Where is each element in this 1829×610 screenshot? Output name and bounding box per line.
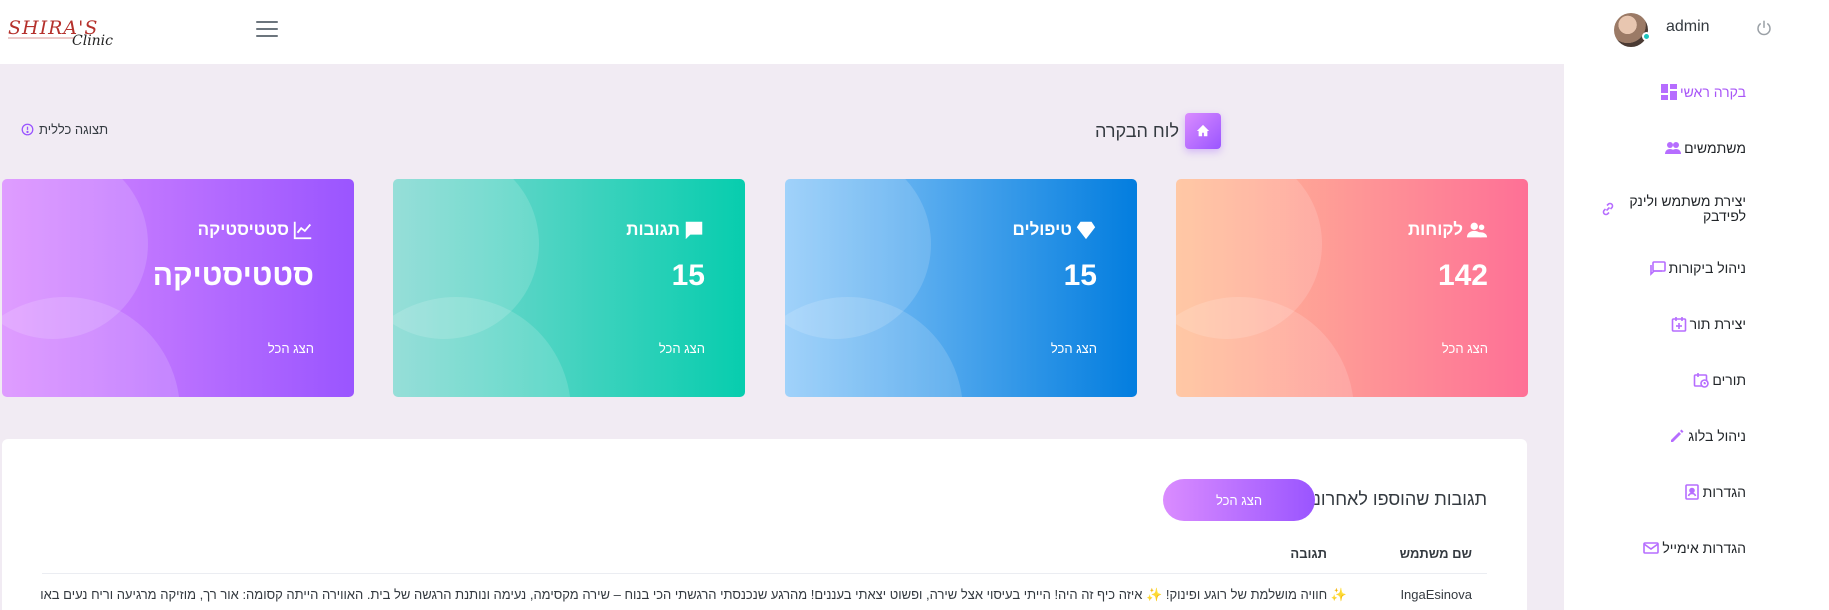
users-icon xyxy=(1665,142,1682,154)
email-icon xyxy=(1643,542,1660,554)
home-badge xyxy=(1185,113,1221,149)
sidebar-item-label: משתמשים xyxy=(1684,140,1746,156)
column-header-username: שם משתמש xyxy=(1399,546,1472,561)
sidebar-item-label: ניהול ביקורות xyxy=(1668,260,1746,276)
stat-card-treatments: טיפולים 15 הצג הכל xyxy=(785,179,1137,397)
clinic-logo[interactable]: SHIRA'S Clinic xyxy=(6,14,140,48)
table-row-response: ✨ חוויה מושלמת של רוגע ופינוק! ✨ איזה כי… xyxy=(40,587,1347,602)
menu-toggle-button[interactable] xyxy=(256,21,278,39)
card-show-all-link[interactable]: הצג הכל xyxy=(1051,341,1097,356)
user-bar: admin xyxy=(1564,0,1829,64)
sidebar-item-dashboard[interactable]: בקרה ראשי xyxy=(1660,84,1746,100)
stat-card-statistics: סטטיסטיקה סטטיסטיקה הצג הכל xyxy=(2,179,354,397)
reviews-icon xyxy=(1649,261,1666,276)
chart-line-icon xyxy=(293,221,312,240)
column-header-response: תגובה xyxy=(1290,546,1327,561)
hamburger-icon xyxy=(256,21,278,23)
username[interactable]: admin xyxy=(1666,18,1710,36)
card-show-all-link[interactable]: הצג הכל xyxy=(268,341,314,356)
sidebar-item-label: בקרה ראשי xyxy=(1679,84,1746,100)
sidebar-item-blog[interactable]: ניהול בלוג xyxy=(1669,428,1746,444)
power-icon[interactable] xyxy=(1755,19,1773,37)
show-all-button[interactable]: הצג הכל xyxy=(1163,479,1315,521)
card-value: 15 xyxy=(671,259,705,292)
table-header-divider xyxy=(42,573,1487,574)
avatar[interactable] xyxy=(1614,13,1648,47)
sidebar-item-reviews[interactable]: ניהול ביקורות xyxy=(1649,260,1746,276)
contact-card-icon xyxy=(1684,484,1699,500)
info-circle-icon xyxy=(21,123,34,136)
page-header: לוח הבקרה xyxy=(1095,113,1221,149)
svg-text:Clinic: Clinic xyxy=(72,33,113,48)
overview-label: תצוגה כללית xyxy=(21,122,108,137)
sidebar-item-email-settings[interactable]: הגדרות אימייל xyxy=(1643,540,1746,556)
users-icon xyxy=(1466,222,1488,238)
stat-card-clients: לקוחות 142 הצג הכל xyxy=(1176,179,1528,397)
card-title: תגובות xyxy=(626,220,680,239)
sidebar-item-label: יצירת תור xyxy=(1689,316,1746,332)
link-icon xyxy=(1602,202,1614,216)
card-title: סטטיסטיקה xyxy=(197,220,289,239)
overview-text: תצוגה כללית xyxy=(39,122,109,137)
sidebar: בקרה ראשי משתמשים יצירת משתמש ולינק לפיד… xyxy=(1564,64,1829,610)
home-icon xyxy=(1196,124,1210,137)
panel-title: תגובות שהוספו לאחרונה xyxy=(1302,489,1488,509)
stat-card-responses: תגובות 15 הצג הכל xyxy=(393,179,745,397)
comment-icon xyxy=(685,221,703,240)
card-title: לקוחות xyxy=(1407,220,1463,239)
card-title: טיפולים xyxy=(1012,220,1072,239)
main-content: לוח הבקרה תצוגה כללית לקוחות 142 הצג הכל… xyxy=(0,64,1564,610)
table-row-username: IngaEsinova xyxy=(1400,587,1472,602)
sidebar-item-create-user-link[interactable]: יצירת משתמש ולינק לפידבק xyxy=(1616,194,1746,224)
sidebar-item-label: ניהול בלוג xyxy=(1688,428,1746,444)
card-show-all-link[interactable]: הצג הכל xyxy=(1442,341,1488,356)
card-value: 15 xyxy=(1063,259,1097,292)
online-status-dot xyxy=(1642,32,1651,41)
card-value: סטטיסטיקה xyxy=(152,259,314,292)
card-show-all-link[interactable]: הצג הכל xyxy=(659,341,705,356)
dashboard-icon xyxy=(1660,84,1677,100)
sidebar-item-label: תורים xyxy=(1712,372,1746,388)
top-header: SHIRA'S Clinic xyxy=(0,0,1564,64)
sidebar-item-users[interactable]: משתמשים xyxy=(1665,140,1746,156)
sidebar-item-create-appointment[interactable]: יצירת תור xyxy=(1671,316,1746,332)
sidebar-item-appointments[interactable]: תורים xyxy=(1693,372,1746,388)
recent-responses-panel: תגובות שהוספו לאחרונה הצג הכל שם משתמש ת… xyxy=(2,439,1527,610)
calendar-plus-icon xyxy=(1671,317,1686,332)
card-value: 142 xyxy=(1437,259,1488,292)
sidebar-item-label: הגדרות xyxy=(1702,484,1746,500)
page-title: לוח הבקרה xyxy=(1095,120,1179,141)
sidebar-item-label: יצירת משתמש ולינק לפידבק xyxy=(1629,193,1746,224)
sidebar-item-settings[interactable]: הגדרות xyxy=(1684,484,1746,500)
calendar-clock-icon xyxy=(1694,373,1710,388)
diamond-icon xyxy=(1076,221,1096,240)
sidebar-item-label: הגדרות אימייל xyxy=(1662,540,1746,556)
pencil-icon xyxy=(1671,429,1684,442)
